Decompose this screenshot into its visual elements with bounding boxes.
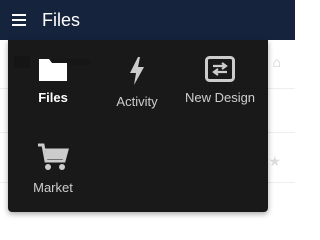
shopping-cart-icon xyxy=(38,143,69,170)
app-menu-item-files[interactable]: Files xyxy=(13,40,93,110)
app-menu-item-new-design[interactable]: New Design xyxy=(180,40,260,110)
app-header: Files xyxy=(0,0,295,40)
app-menu-item-activity[interactable]: Activity xyxy=(97,40,177,110)
home-icon[interactable]: ⌂ xyxy=(273,54,281,70)
star-icon[interactable]: ★ xyxy=(268,153,281,170)
hamburger-menu-icon[interactable] xyxy=(12,13,26,27)
app-menu-popover: Files Activity New Design Market xyxy=(8,40,268,212)
transfer-arrows-icon xyxy=(205,56,235,82)
lightning-icon xyxy=(130,57,144,85)
app-menu-label: New Design xyxy=(184,90,256,105)
app-menu-label: Market xyxy=(33,180,73,195)
folder-icon xyxy=(39,59,67,81)
app-menu-item-market[interactable]: Market xyxy=(13,126,93,196)
app-menu-label: Activity xyxy=(116,94,158,109)
app-title: Files xyxy=(42,10,81,30)
app-menu-label: Files xyxy=(38,90,68,105)
